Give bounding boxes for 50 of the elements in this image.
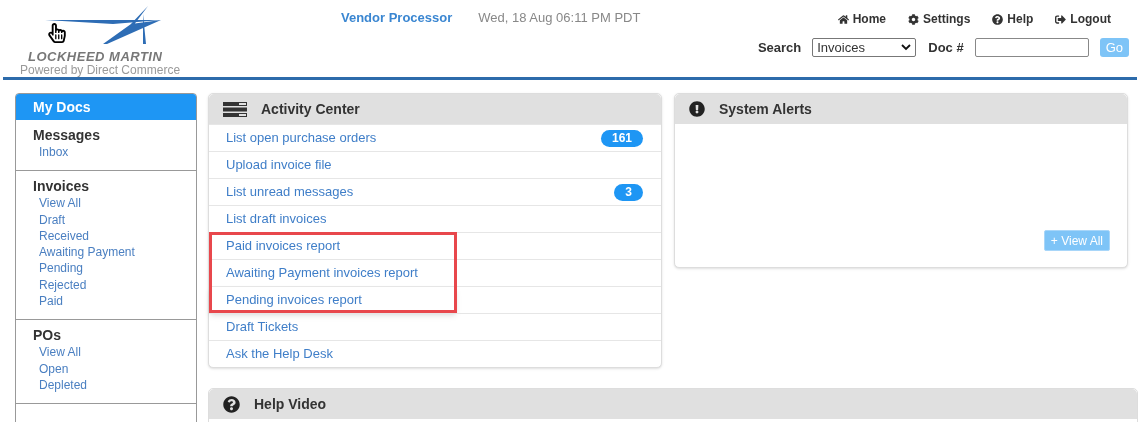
sidebar-link[interactable]: View All [39,344,179,361]
section-heading: POs [33,326,62,345]
my-docs-title: My Docs [16,94,196,120]
sidebar-link[interactable]: Received [39,227,179,245]
panel-title: Help Video [254,394,327,414]
logo-tagline: Powered by Direct Commerce [20,63,181,78]
activity-link[interactable]: Paid invoices report [226,236,341,256]
settings-icon [908,13,919,25]
alert-icon [689,101,705,117]
activity-link[interactable]: Ask the Help Desk [226,344,333,364]
section-heading: Invoices [33,177,91,196]
help-icon [992,13,1004,25]
sidebar-link[interactable]: Draft [39,211,179,228]
sidebar-link[interactable]: Depleted [39,376,179,394]
list-icon [223,101,247,117]
nav-link[interactable]: Logout [1055,10,1111,28]
sidebar-link[interactable]: Awaiting Payment [39,244,179,261]
section-heading: Messages [33,126,101,144]
nav-link[interactable]: Settings [908,10,971,28]
doc-number-field[interactable] [974,38,1089,58]
nav-link[interactable]: Help [992,10,1034,28]
panel-title: System Alerts [719,99,812,119]
logo-wordmark: LOCKHEED MARTIN [28,50,164,63]
activity-link[interactable]: List draft invoices [226,209,327,229]
activity-link[interactable]: List open purchase orders [226,128,377,148]
sidebar-link[interactable]: Inbox [39,144,179,161]
panel-title: Activity Center [261,99,360,119]
doc-number-label: Doc # [928,39,964,57]
search-type-select[interactable]: Invoices [812,38,917,58]
sidebar-link[interactable]: Pending [39,260,179,277]
app-name: Vendor Processor [341,9,453,24]
hand-cursor-icon [47,23,67,43]
count-badge: 3 [614,183,643,201]
sidebar-link[interactable]: Rejected [39,276,179,294]
search-label: Search [757,39,802,57]
chevron-down-icon [901,44,912,52]
sidebar-link[interactable]: View All [39,195,179,212]
activity-link[interactable]: Awaiting Payment invoices report [226,263,418,283]
logout-icon [1055,13,1067,25]
sidebar-link[interactable]: Paid [39,293,179,310]
activity-link[interactable]: Pending invoices report [226,290,362,310]
help-icon [223,395,240,413]
date-time: Wed, 18 Aug 06:11 PM PDT [478,9,641,24]
home-icon [837,13,849,25]
nav-link[interactable]: Home [837,10,886,28]
activity-link[interactable]: Upload invoice file [226,155,332,175]
count-badge: 161 [600,129,643,147]
sidebar-link[interactable]: Open [39,360,179,377]
activity-link[interactable]: List unread messages [226,182,354,202]
activity-link[interactable]: Draft Tickets [226,317,299,337]
